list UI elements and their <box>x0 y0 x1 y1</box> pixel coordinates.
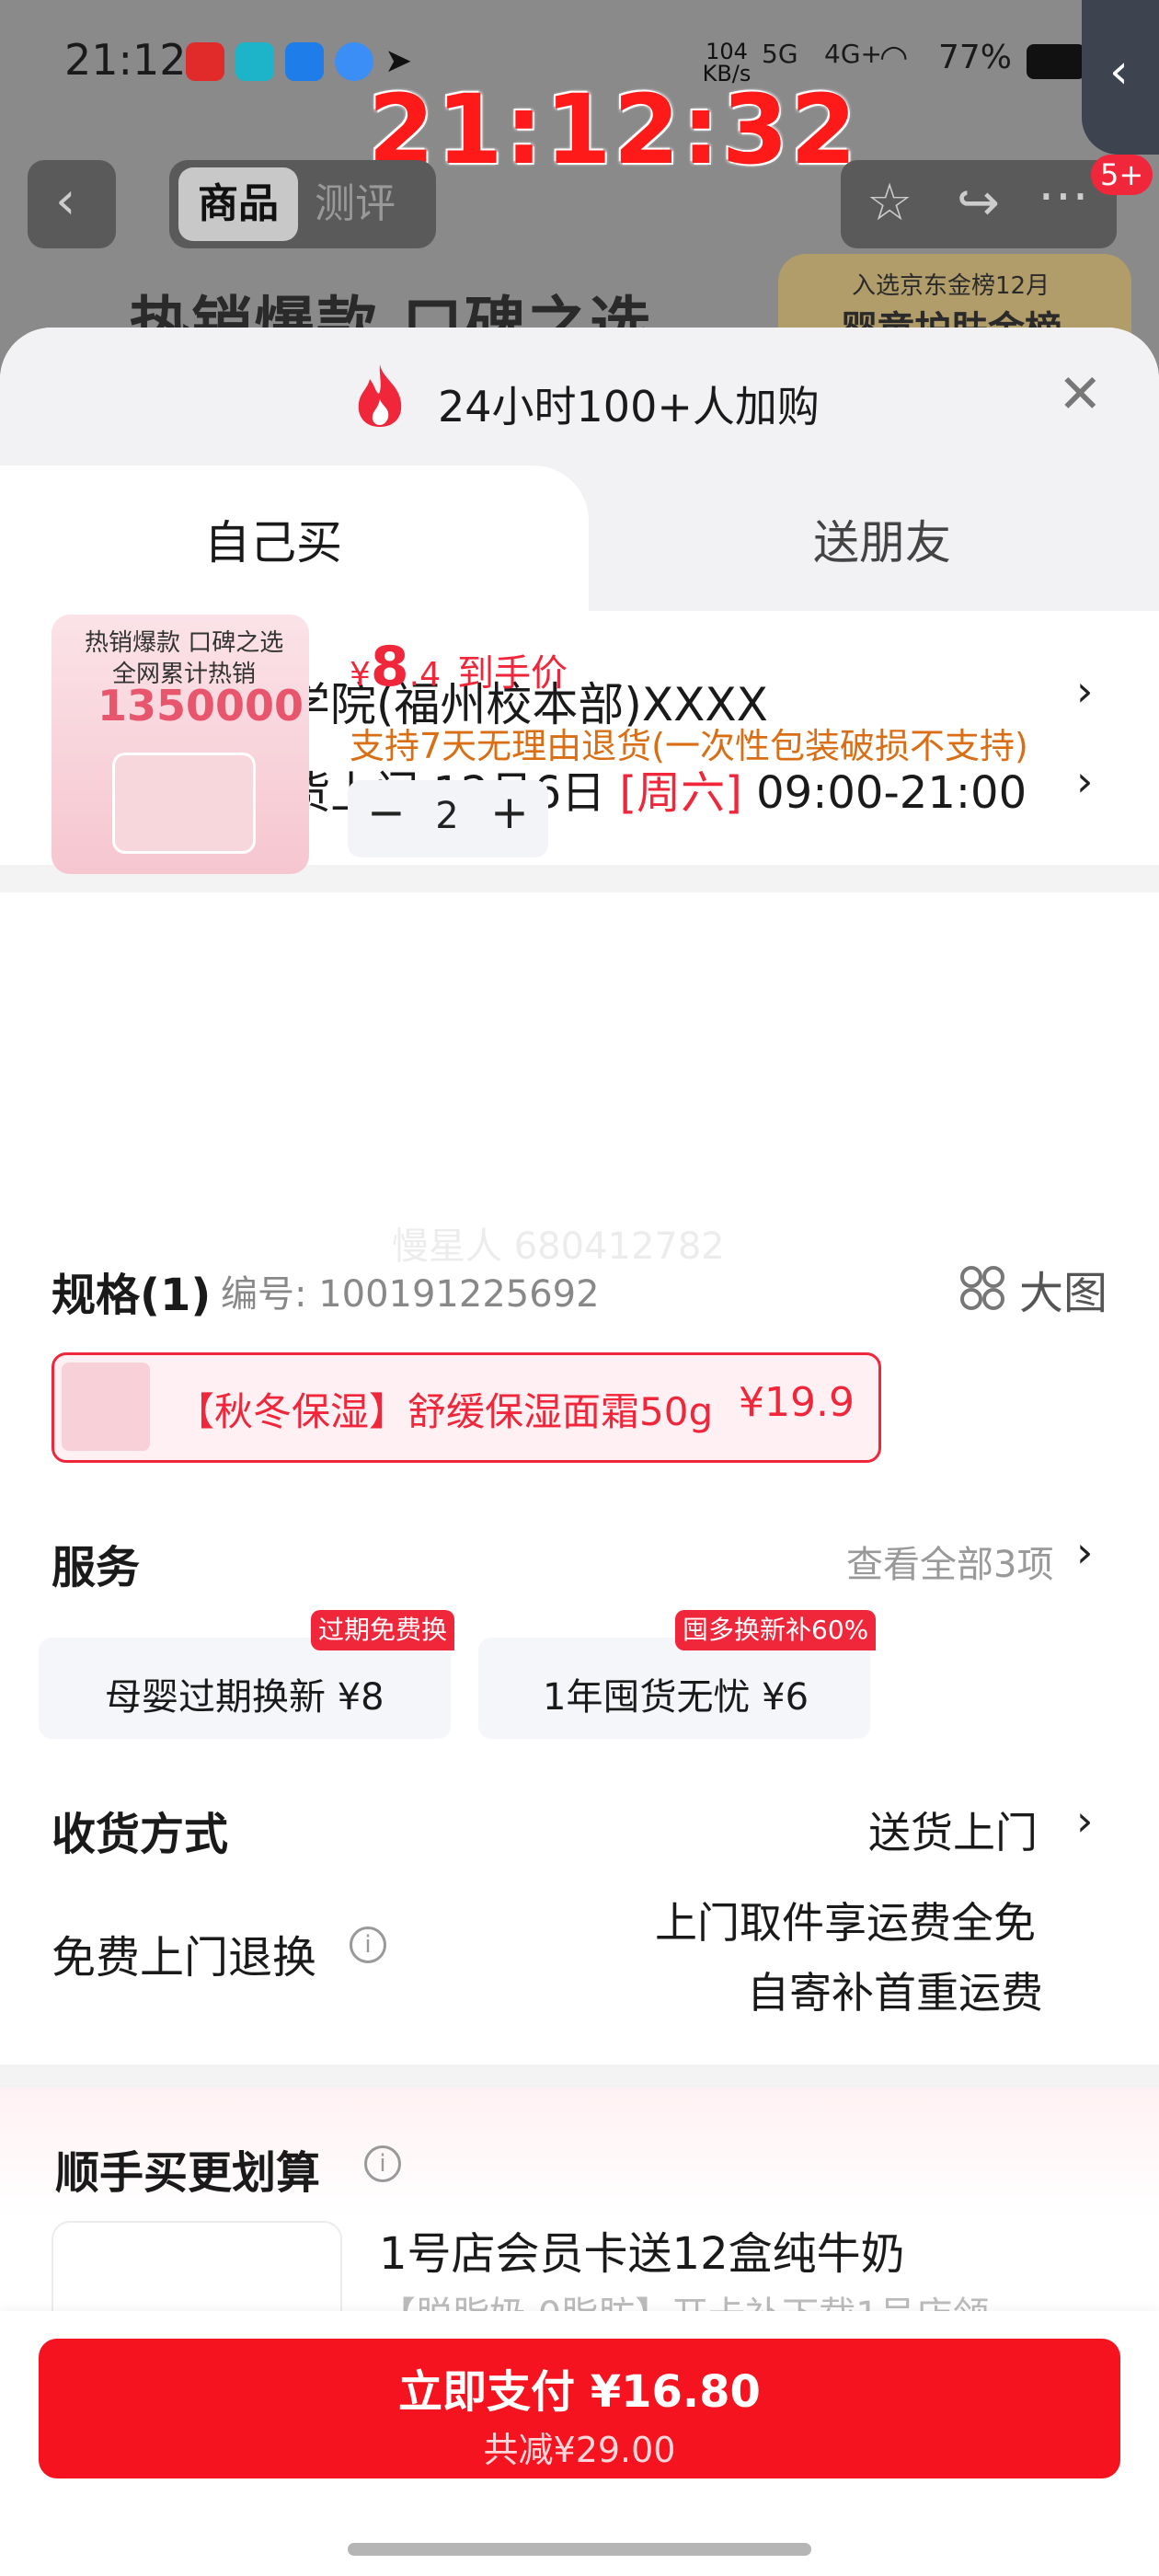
sku-option-selected[interactable]: 【秋冬保湿】舒缓保湿面霜50g ¥19.9 <box>52 1352 881 1463</box>
overlay-clock: 21:12:32 <box>368 74 859 186</box>
product-jar <box>112 753 256 854</box>
sheet-title: 24小时100+人加购 <box>438 382 820 431</box>
status-time: 21:12 <box>64 35 187 85</box>
tab-send-friend[interactable]: 送朋友 <box>813 506 951 572</box>
free-return-line2: 自寄补首重运费 <box>747 1968 1043 2018</box>
service-tag: 过期免费换 <box>311 1610 455 1650</box>
sku-price: ¥19.9 <box>739 1379 855 1426</box>
side-panel-handle[interactable]: ‹ <box>1082 0 1159 155</box>
free-return-label: 免费上门退换 <box>52 1932 317 1984</box>
info-icon[interactable]: i <box>364 2145 401 2182</box>
watermark: 慢星人 680412782 <box>392 1225 725 1268</box>
app-notification-icon <box>235 42 274 81</box>
share-icon[interactable]: ↪ <box>957 173 1000 233</box>
product-image-text: 1350000 <box>98 681 304 730</box>
price-symbol: ¥ <box>350 656 371 694</box>
tab-buy-self-label: 自己买 <box>204 516 342 569</box>
wifi-icon: ◠ <box>879 39 909 76</box>
recommend-item-title[interactable]: 1号店会员卡送12盒纯牛奶 <box>379 2217 905 2282</box>
app-notification-icon <box>186 42 224 81</box>
service-option-label: 1年囤货无忧 ¥6 <box>543 1676 809 1719</box>
chevron-right-icon[interactable]: › <box>1076 1527 1093 1577</box>
gold-badge-line1: 入选京东金榜12月 <box>852 272 1050 300</box>
chevron-left-icon: ‹ <box>55 171 76 231</box>
section-divider <box>0 2064 1159 2088</box>
info-icon[interactable]: i <box>350 1926 386 1963</box>
price: ¥8.4 到手价 <box>350 635 568 699</box>
home-indicator[interactable] <box>348 2543 811 2556</box>
chevron-right-icon[interactable]: › <box>1076 1796 1093 1846</box>
spec-title: 规格(1) <box>52 1270 212 1321</box>
plus-button[interactable]: + <box>482 786 537 839</box>
tab-buy-self[interactable]: 自己买 <box>0 466 589 613</box>
more-icon[interactable]: ⋯ <box>1038 166 1089 225</box>
chevron-left-icon: ‹ <box>1109 44 1129 99</box>
pay-amount: 立即支付 ¥16.80 <box>398 2366 761 2418</box>
product-image-text: 热销爆款 口碑之选 <box>85 629 284 657</box>
quantity-stepper: − 2 + <box>348 780 548 857</box>
return-policy: 支持7天无理由退货(一次性包装破损不支持) <box>350 726 1028 766</box>
app-notification-icon <box>285 42 324 81</box>
signal-5g-icon: 5G <box>762 39 798 69</box>
service-option[interactable]: 母婴过期换新 ¥8 <box>39 1638 451 1739</box>
battery-level: 77% <box>938 39 1013 76</box>
delivery-day: [周六] <box>619 767 742 819</box>
flame-icon <box>358 364 402 427</box>
price-integer: 8 <box>370 635 409 699</box>
minus-button[interactable]: − <box>359 786 414 839</box>
sku-number: 编号: 100191225692 <box>221 1273 600 1316</box>
service-title: 服务 <box>52 1542 141 1593</box>
pay-now-button[interactable]: 立即支付 ¥16.80 共减¥29.00 <box>39 2339 1120 2478</box>
big-image-button[interactable]: 大图 <box>1019 1257 1107 1321</box>
page-tabs: 商品 测评 <box>169 160 436 248</box>
price-decimal: .4 <box>408 656 442 694</box>
sheet-header: 24小时100+人加购 ✕ 自己买 送朋友 <box>0 328 1159 613</box>
bottom-bar: 立即支付 ¥16.80 共减¥29.00 <box>0 2311 1159 2576</box>
product-image[interactable]: 热销爆款 口碑之选 全网累计热销 1350000 <box>52 615 309 874</box>
tab-review[interactable]: 测评 <box>315 167 396 241</box>
price-label: 到手价 <box>457 652 568 695</box>
pay-discount: 共减¥29.00 <box>483 2430 676 2470</box>
quantity-value[interactable]: 2 <box>429 795 465 837</box>
battery-icon <box>1027 44 1085 79</box>
chevron-right-icon[interactable]: › <box>1076 666 1093 716</box>
delivery-method-value[interactable]: 送货上门 <box>868 1800 1038 1860</box>
sku-name: 【秋冬保湿】舒缓保湿面霜50g <box>176 1389 714 1434</box>
chevron-right-icon[interactable]: › <box>1076 756 1093 806</box>
view-all-services[interactable]: 查看全部3项 <box>846 1535 1053 1588</box>
grid-icon[interactable] <box>960 1266 1004 1310</box>
delivery-time: 09:00-21:00 <box>741 767 1027 819</box>
service-tag: 囤多换新补60% <box>675 1610 877 1650</box>
service-option[interactable]: 1年囤货无忧 ¥6 <box>478 1638 870 1739</box>
recommend-title: 顺手买更划算 <box>55 2147 321 2199</box>
sku-thumbnail <box>62 1363 150 1451</box>
free-return-line1: 上门取件享运费全免 <box>655 1898 1036 1948</box>
signal-4g-icon: 4G+ <box>824 39 882 69</box>
star-icon[interactable]: ☆ <box>866 173 912 233</box>
close-icon[interactable]: ✕ <box>1058 362 1103 425</box>
service-option-label: 母婴过期换新 ¥8 <box>105 1676 384 1719</box>
action-group: ☆ ↪ ⋯ <box>841 160 1117 248</box>
tab-product[interactable]: 商品 <box>178 167 298 241</box>
delivery-method-label: 收货方式 <box>52 1809 229 1860</box>
message-badge: 5+ <box>1091 155 1153 195</box>
back-button[interactable]: ‹ <box>28 160 116 248</box>
